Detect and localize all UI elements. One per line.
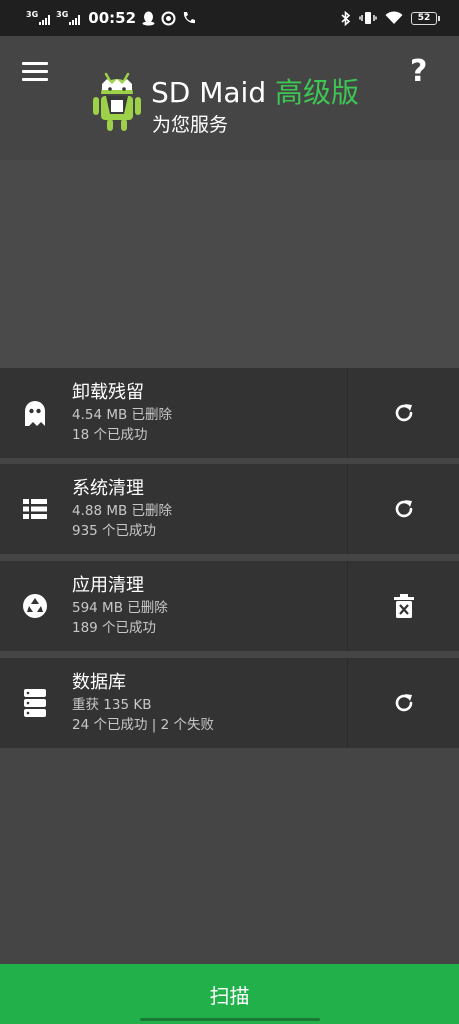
status-left: 3G 3G 00:52: [26, 9, 196, 27]
signal-2: 3G: [56, 10, 81, 25]
sd-maid-logo-icon: [93, 72, 141, 131]
tool-icon-slot: [0, 689, 70, 717]
menu-line: [22, 70, 48, 73]
rescan-button[interactable]: [347, 658, 459, 748]
app-title: SD Maid 高级版: [151, 71, 359, 111]
tool-title: 系统清理: [72, 478, 144, 499]
tool-icon-slot: [0, 499, 70, 519]
bluetooth-icon: [341, 10, 351, 26]
tool-title: 应用清理: [72, 575, 144, 596]
tool-result-size: 4.88 MB 已删除: [72, 503, 173, 519]
scan-button-label: 扫描: [209, 983, 250, 1008]
tool-result-count: 24 个已成功 | 2 个失败: [72, 717, 214, 733]
tool-texts: 数据库 重获 135 KB 24 个已成功 | 2 个失败: [70, 671, 347, 735]
menu-line: [22, 62, 48, 65]
recycle-icon: [23, 594, 47, 618]
edition-label: 高级版: [275, 76, 360, 109]
tool-title: 数据库: [72, 672, 126, 693]
vibrate-icon: [359, 12, 377, 24]
qq-icon: [142, 11, 155, 25]
tool-texts: 应用清理 594 MB 已删除 189 个已成功: [70, 574, 347, 638]
tool-texts: 系统清理 4.88 MB 已删除 935 个已成功: [70, 477, 347, 541]
sync-icon: [161, 11, 176, 25]
tool-icon-slot: [0, 400, 70, 426]
delete-button[interactable]: [347, 561, 459, 651]
home-indicator[interactable]: [140, 1018, 320, 1021]
status-bar: 3G 3G 00:52 52: [0, 0, 459, 36]
clock: 00:52: [88, 9, 137, 27]
tool-result-count: 18 个已成功: [72, 427, 148, 443]
tool-card-databases[interactable]: 数据库 重获 135 KB 24 个已成功 | 2 个失败: [0, 658, 459, 748]
tool-title: 卸载残留: [72, 382, 144, 403]
tool-result-count: 189 个已成功: [72, 620, 157, 636]
signal-bars-icon: [69, 15, 81, 25]
sd-maid-app: 3G 3G 00:52 52 ? SD Maid 高级版 为您服务 卸载残留 4…: [0, 0, 459, 1024]
delete-icon: [393, 594, 414, 618]
tool-texts: 卸载残留 4.54 MB 已删除 18 个已成功: [70, 381, 347, 445]
app-subtitle: 为您服务: [152, 114, 229, 136]
tool-result-size: 4.54 MB 已删除: [72, 407, 173, 423]
dashboard-area: [0, 160, 459, 370]
signal-bars-icon: [39, 15, 51, 25]
rescan-button[interactable]: [347, 368, 459, 458]
network-type-1: 3G: [26, 10, 39, 19]
phone-icon: [183, 12, 196, 24]
rescan-button[interactable]: [347, 464, 459, 554]
refresh-icon: [395, 694, 412, 712]
network-type-2: 3G: [56, 10, 69, 19]
refresh-icon: [395, 500, 412, 518]
tool-card-systemcleaner[interactable]: 系统清理 4.88 MB 已删除 935 个已成功: [0, 464, 459, 554]
battery-level: 52: [417, 12, 431, 23]
refresh-icon: [395, 404, 412, 422]
tool-result-size: 重获 135 KB: [72, 697, 152, 713]
status-right: 52: [341, 10, 440, 26]
ghost-icon: [25, 401, 45, 426]
app-name: SD Maid: [151, 76, 267, 109]
signal-1: 3G: [26, 10, 51, 25]
list-icon: [23, 499, 47, 519]
tool-card-appcleaner[interactable]: 应用清理 594 MB 已删除 189 个已成功: [0, 561, 459, 651]
scan-button[interactable]: 扫描: [0, 964, 459, 1024]
menu-line: [22, 78, 48, 81]
battery-icon: 52: [411, 11, 440, 25]
tool-icon-slot: [0, 593, 70, 619]
database-icon: [24, 689, 46, 717]
tool-result-count: 935 个已成功: [72, 523, 157, 539]
help-button[interactable]: ?: [410, 54, 427, 89]
tool-card-corpsefinder[interactable]: 卸载残留 4.54 MB 已删除 18 个已成功: [0, 368, 459, 458]
wifi-icon: [385, 11, 403, 24]
tool-result-size: 594 MB 已删除: [72, 600, 168, 616]
menu-button[interactable]: [22, 62, 48, 84]
